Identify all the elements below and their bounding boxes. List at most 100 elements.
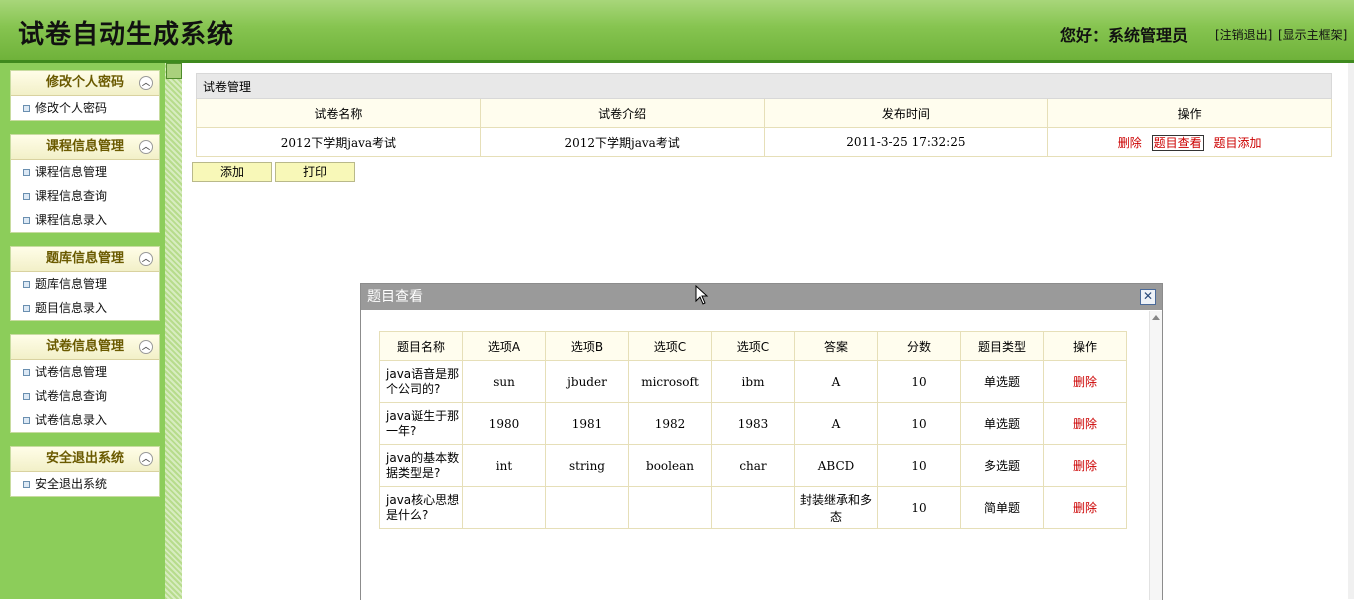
sidebar-item-label: 题库信息管理 <box>35 277 108 291</box>
menu-group-header[interactable]: 修改个人密码 ︿ <box>11 71 159 96</box>
close-icon[interactable]: ✕ <box>1140 289 1156 305</box>
sidebar-splitter[interactable] <box>165 63 182 599</box>
table-row: java诞生于那一年? 1980 1981 1982 1983 A 10 单选题… <box>379 402 1127 445</box>
sidebar-item-exam-query[interactable]: 试卷信息查询 <box>11 384 159 408</box>
exam-intro-cell: 2012下学期java考试 <box>479 127 765 157</box>
column-header: 题目类型 <box>960 331 1044 361</box>
exam-time-cell: 2011-3-25 17:32:25 <box>763 127 1049 157</box>
type-cell: 单选题 <box>960 402 1044 445</box>
type-cell: 单选题 <box>960 360 1044 403</box>
sidebar-item-label: 试卷信息查询 <box>35 389 108 403</box>
column-header: 试卷名称 <box>196 98 481 128</box>
delete-link[interactable]: 删除 <box>1118 136 1142 150</box>
table-row: java的基本数据类型是? int string boolean char AB… <box>379 444 1127 487</box>
menu-group-logout: 安全退出系统 ︿ 安全退出系统 <box>10 446 160 497</box>
top-header: 试卷自动生成系统 您好：系统管理员 [注销退出] [显示主框架] <box>0 0 1354 63</box>
add-question-link[interactable]: 题目添加 <box>1213 136 1261 150</box>
chevron-up-icon[interactable]: ︿ <box>139 140 153 154</box>
option-c-cell: 1982 <box>628 402 712 445</box>
question-name-cell: java语音是那个公司的? <box>379 360 463 403</box>
exam-table: 试卷管理 试卷名称 试卷介绍 发布时间 操作 2012下学期java考试 201… <box>196 73 1332 157</box>
menu-group-header[interactable]: 安全退出系统 ︿ <box>11 447 159 472</box>
bullet-icon <box>23 193 30 200</box>
sidebar-item-exam-manage[interactable]: 试卷信息管理 <box>11 360 159 384</box>
menu-group-header[interactable]: 题库信息管理 ︿ <box>11 247 159 272</box>
sidebar-item-question-entry[interactable]: 题目信息录入 <box>11 296 159 320</box>
chevron-up-icon[interactable]: ︿ <box>139 452 153 466</box>
op-cell: 删除 <box>1043 402 1127 445</box>
option-b-cell: string <box>545 444 629 487</box>
sidebar-item-label: 试卷信息录入 <box>35 413 108 427</box>
option-b-cell <box>545 486 629 529</box>
sidebar-item-exam-entry[interactable]: 试卷信息录入 <box>11 408 159 432</box>
option-d-cell: ibm <box>711 360 795 403</box>
option-a-cell: 1980 <box>462 402 546 445</box>
bullet-icon <box>23 369 30 376</box>
page-scrollbar[interactable] <box>1348 63 1354 599</box>
table-header-row: 题目名称 选项A 选项B 选项C 选项C 答案 分数 题目类型 操作 <box>379 331 1127 361</box>
score-cell: 10 <box>877 486 961 529</box>
delete-link[interactable]: 删除 <box>1073 375 1097 389</box>
column-header: 选项A <box>462 331 546 361</box>
delete-link[interactable]: 删除 <box>1073 501 1097 515</box>
table-row: java核心思想是什么? 封装继承和多态 10 简单题 删除 <box>379 486 1127 529</box>
option-d-cell <box>711 486 795 529</box>
question-view-dialog: 题目查看 ✕ 题目名称 选项A 选项B 选项C 选项C 答案 分数 题目类型 操… <box>360 283 1163 600</box>
user-greeting: 您好：系统管理员 <box>1060 26 1189 45</box>
table-header-row: 试卷名称 试卷介绍 发布时间 操作 <box>196 98 1332 128</box>
column-header: 选项C <box>711 331 795 361</box>
view-questions-link[interactable]: 题目查看 <box>1151 134 1204 151</box>
menu-group-password: 修改个人密码 ︿ 修改个人密码 <box>10 70 160 121</box>
question-name-cell: java诞生于那一年? <box>379 402 463 445</box>
column-header: 答案 <box>794 331 878 361</box>
option-d-cell: 1983 <box>711 402 795 445</box>
column-header: 选项C <box>628 331 712 361</box>
chevron-up-icon[interactable]: ︿ <box>139 76 153 90</box>
sidebar-item-label: 课程信息查询 <box>35 189 108 203</box>
question-table: 题目名称 选项A 选项B 选项C 选项C 答案 分数 题目类型 操作 java语… <box>379 331 1127 529</box>
delete-link[interactable]: 删除 <box>1073 417 1097 431</box>
bullet-icon <box>23 481 30 488</box>
logout-link[interactable]: [注销退出] <box>1215 26 1272 43</box>
dialog-scrollbar[interactable] <box>1149 311 1162 600</box>
menu-group-header[interactable]: 试卷信息管理 ︿ <box>11 335 159 360</box>
delete-link[interactable]: 删除 <box>1073 459 1097 473</box>
bullet-icon <box>23 169 30 176</box>
chevron-up-icon[interactable]: ︿ <box>139 252 153 266</box>
answer-cell: ABCD <box>794 444 878 487</box>
print-button[interactable]: 打印 <box>275 162 355 182</box>
bullet-icon <box>23 217 30 224</box>
bullet-icon <box>23 393 30 400</box>
column-header: 选项B <box>545 331 629 361</box>
sidebar-item-label: 课程信息录入 <box>35 213 108 227</box>
menu-group-title: 安全退出系统 <box>45 451 124 466</box>
dialog-title: 题目查看 <box>361 284 1162 310</box>
sidebar-item-course-entry[interactable]: 课程信息录入 <box>11 208 159 232</box>
menu-group-title: 修改个人密码 <box>45 75 124 90</box>
exam-actions-cell: 删除 题目查看 题目添加 <box>1047 127 1332 157</box>
sidebar-item-course-query[interactable]: 课程信息查询 <box>11 184 159 208</box>
score-cell: 10 <box>877 444 961 487</box>
add-button[interactable]: 添加 <box>192 162 272 182</box>
sidebar-item-label: 安全退出系统 <box>35 477 108 491</box>
sidebar-toggle-button[interactable] <box>166 63 182 79</box>
sidebar-item-safe-logout[interactable]: 安全退出系统 <box>11 472 159 496</box>
sidebar-item-bank-manage[interactable]: 题库信息管理 <box>11 272 159 296</box>
chevron-up-icon[interactable]: ︿ <box>139 340 153 354</box>
table-row: java语音是那个公司的? sun jbuder microsoft ibm A… <box>379 360 1127 403</box>
menu-group-title: 课程信息管理 <box>45 139 124 154</box>
sidebar-item-change-password[interactable]: 修改个人密码 <box>11 96 159 120</box>
question-name-cell: java核心思想是什么? <box>379 486 463 529</box>
bullet-icon <box>23 417 30 424</box>
show-main-frame-link[interactable]: [显示主框架] <box>1278 26 1347 43</box>
option-c-cell <box>628 486 712 529</box>
column-header: 操作 <box>1043 331 1127 361</box>
menu-group-header[interactable]: 课程信息管理 ︿ <box>11 135 159 160</box>
scroll-up-icon[interactable] <box>1152 315 1160 320</box>
score-cell: 10 <box>877 360 961 403</box>
sidebar-item-label: 题目信息录入 <box>35 301 108 315</box>
column-header: 操作 <box>1047 98 1332 128</box>
type-cell: 多选题 <box>960 444 1044 487</box>
sidebar-item-course-manage[interactable]: 课程信息管理 <box>11 160 159 184</box>
option-a-cell: int <box>462 444 546 487</box>
